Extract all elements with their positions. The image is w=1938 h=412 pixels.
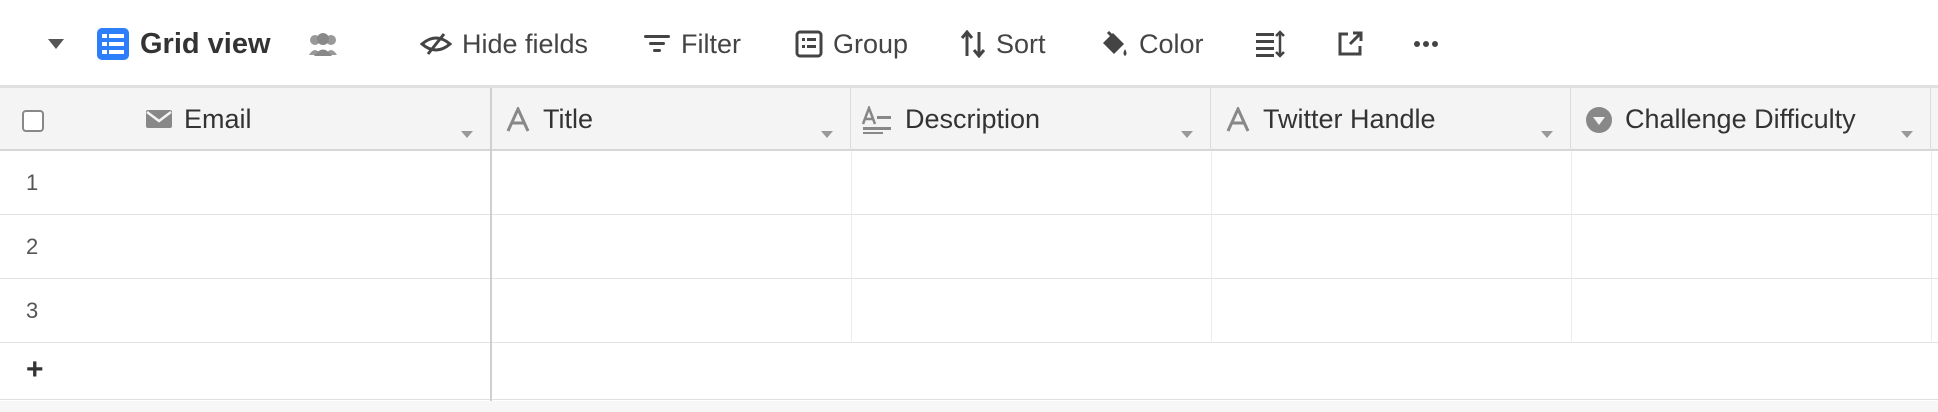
hide-fields-label: Hide fields: [462, 28, 589, 59]
text-a-icon: [505, 106, 531, 133]
column-header-twitter-handle[interactable]: Twitter Handle: [1211, 88, 1571, 151]
eye-slash-icon: [420, 32, 452, 56]
select-all-checkbox[interactable]: [22, 108, 44, 139]
color-label: Color: [1139, 28, 1204, 59]
cell-divider: [1571, 215, 1572, 279]
column-header-row: Email Title Description Twitter Handle C…: [0, 88, 1938, 151]
row-number: 1: [26, 170, 39, 195]
sort-arrows-icon: [960, 30, 986, 58]
column-title-description: Description: [905, 104, 1041, 134]
share-external-icon[interactable]: [1336, 0, 1364, 88]
table-row[interactable]: 1: [0, 151, 1938, 215]
grid-view-icon: [96, 27, 130, 61]
filter-button[interactable]: Filter: [643, 0, 741, 88]
column-menu-caret-icon[interactable]: [1900, 115, 1914, 146]
table-row[interactable]: 2: [0, 215, 1938, 279]
cell-divider: [1931, 279, 1932, 343]
view-menu-chevron-down-icon[interactable]: [46, 0, 66, 88]
group-button[interactable]: Group: [795, 0, 908, 88]
column-header-description[interactable]: Description: [851, 88, 1211, 151]
column-menu-caret-icon[interactable]: [1540, 115, 1554, 146]
filter-label: Filter: [681, 28, 741, 59]
column-menu-caret-icon[interactable]: [820, 115, 834, 146]
long-text-icon: [861, 105, 893, 134]
column-title-challenge-difficulty: Challenge Difficulty: [1625, 104, 1856, 134]
row-number: 3: [26, 298, 39, 323]
cell-divider: [1571, 151, 1572, 215]
add-row-bar: +: [0, 340, 1938, 400]
table-row[interactable]: 3: [0, 279, 1938, 343]
cell-divider: [851, 151, 852, 215]
column-title-twitter-handle: Twitter Handle: [1263, 104, 1436, 134]
text-a-icon: [1225, 106, 1251, 133]
group-list-icon: [795, 30, 823, 58]
column-title-email: Email: [184, 104, 252, 134]
sort-label: Sort: [996, 28, 1046, 59]
sort-button[interactable]: Sort: [960, 0, 1046, 88]
primary-column-divider: [490, 88, 492, 412]
cell-divider: [1211, 215, 1212, 279]
single-select-icon: [1585, 106, 1613, 134]
row-height-icon[interactable]: [1255, 0, 1285, 88]
column-title-title: Title: [543, 104, 594, 134]
cell-divider: [851, 215, 852, 279]
cell-divider: [1931, 151, 1932, 215]
add-record-button[interactable]: +: [26, 340, 44, 400]
paint-bucket-icon: [1099, 29, 1129, 59]
filter-icon: [643, 33, 671, 55]
grid-footer: [0, 401, 1938, 412]
row-number: 2: [26, 234, 39, 259]
cell-divider: [851, 279, 852, 343]
column-menu-caret-icon[interactable]: [1180, 115, 1194, 146]
more-options-dots-icon[interactable]: [1413, 0, 1439, 88]
column-header-challenge-difficulty[interactable]: Challenge Difficulty: [1571, 88, 1931, 151]
group-label: Group: [833, 28, 909, 59]
cell-divider: [1571, 279, 1572, 343]
hide-fields-button[interactable]: Hide fields: [420, 0, 588, 88]
cell-divider: [1211, 151, 1212, 215]
color-button[interactable]: Color: [1099, 0, 1204, 88]
cell-divider: [1931, 215, 1932, 279]
view-toolbar: Grid view Hide fields Filter Group Sort …: [0, 0, 1938, 88]
view-name: Grid view: [140, 27, 271, 60]
column-header-email[interactable]: Email: [0, 88, 491, 151]
envelope-icon: [145, 108, 173, 130]
collaborators-people-icon[interactable]: [306, 0, 340, 88]
column-menu-caret-icon[interactable]: [460, 115, 474, 146]
cell-divider: [1211, 279, 1212, 343]
view-switcher[interactable]: Grid view: [96, 0, 271, 88]
data-grid: Email Title Description Twitter Handle C…: [0, 88, 1938, 412]
column-header-title[interactable]: Title: [491, 88, 851, 151]
